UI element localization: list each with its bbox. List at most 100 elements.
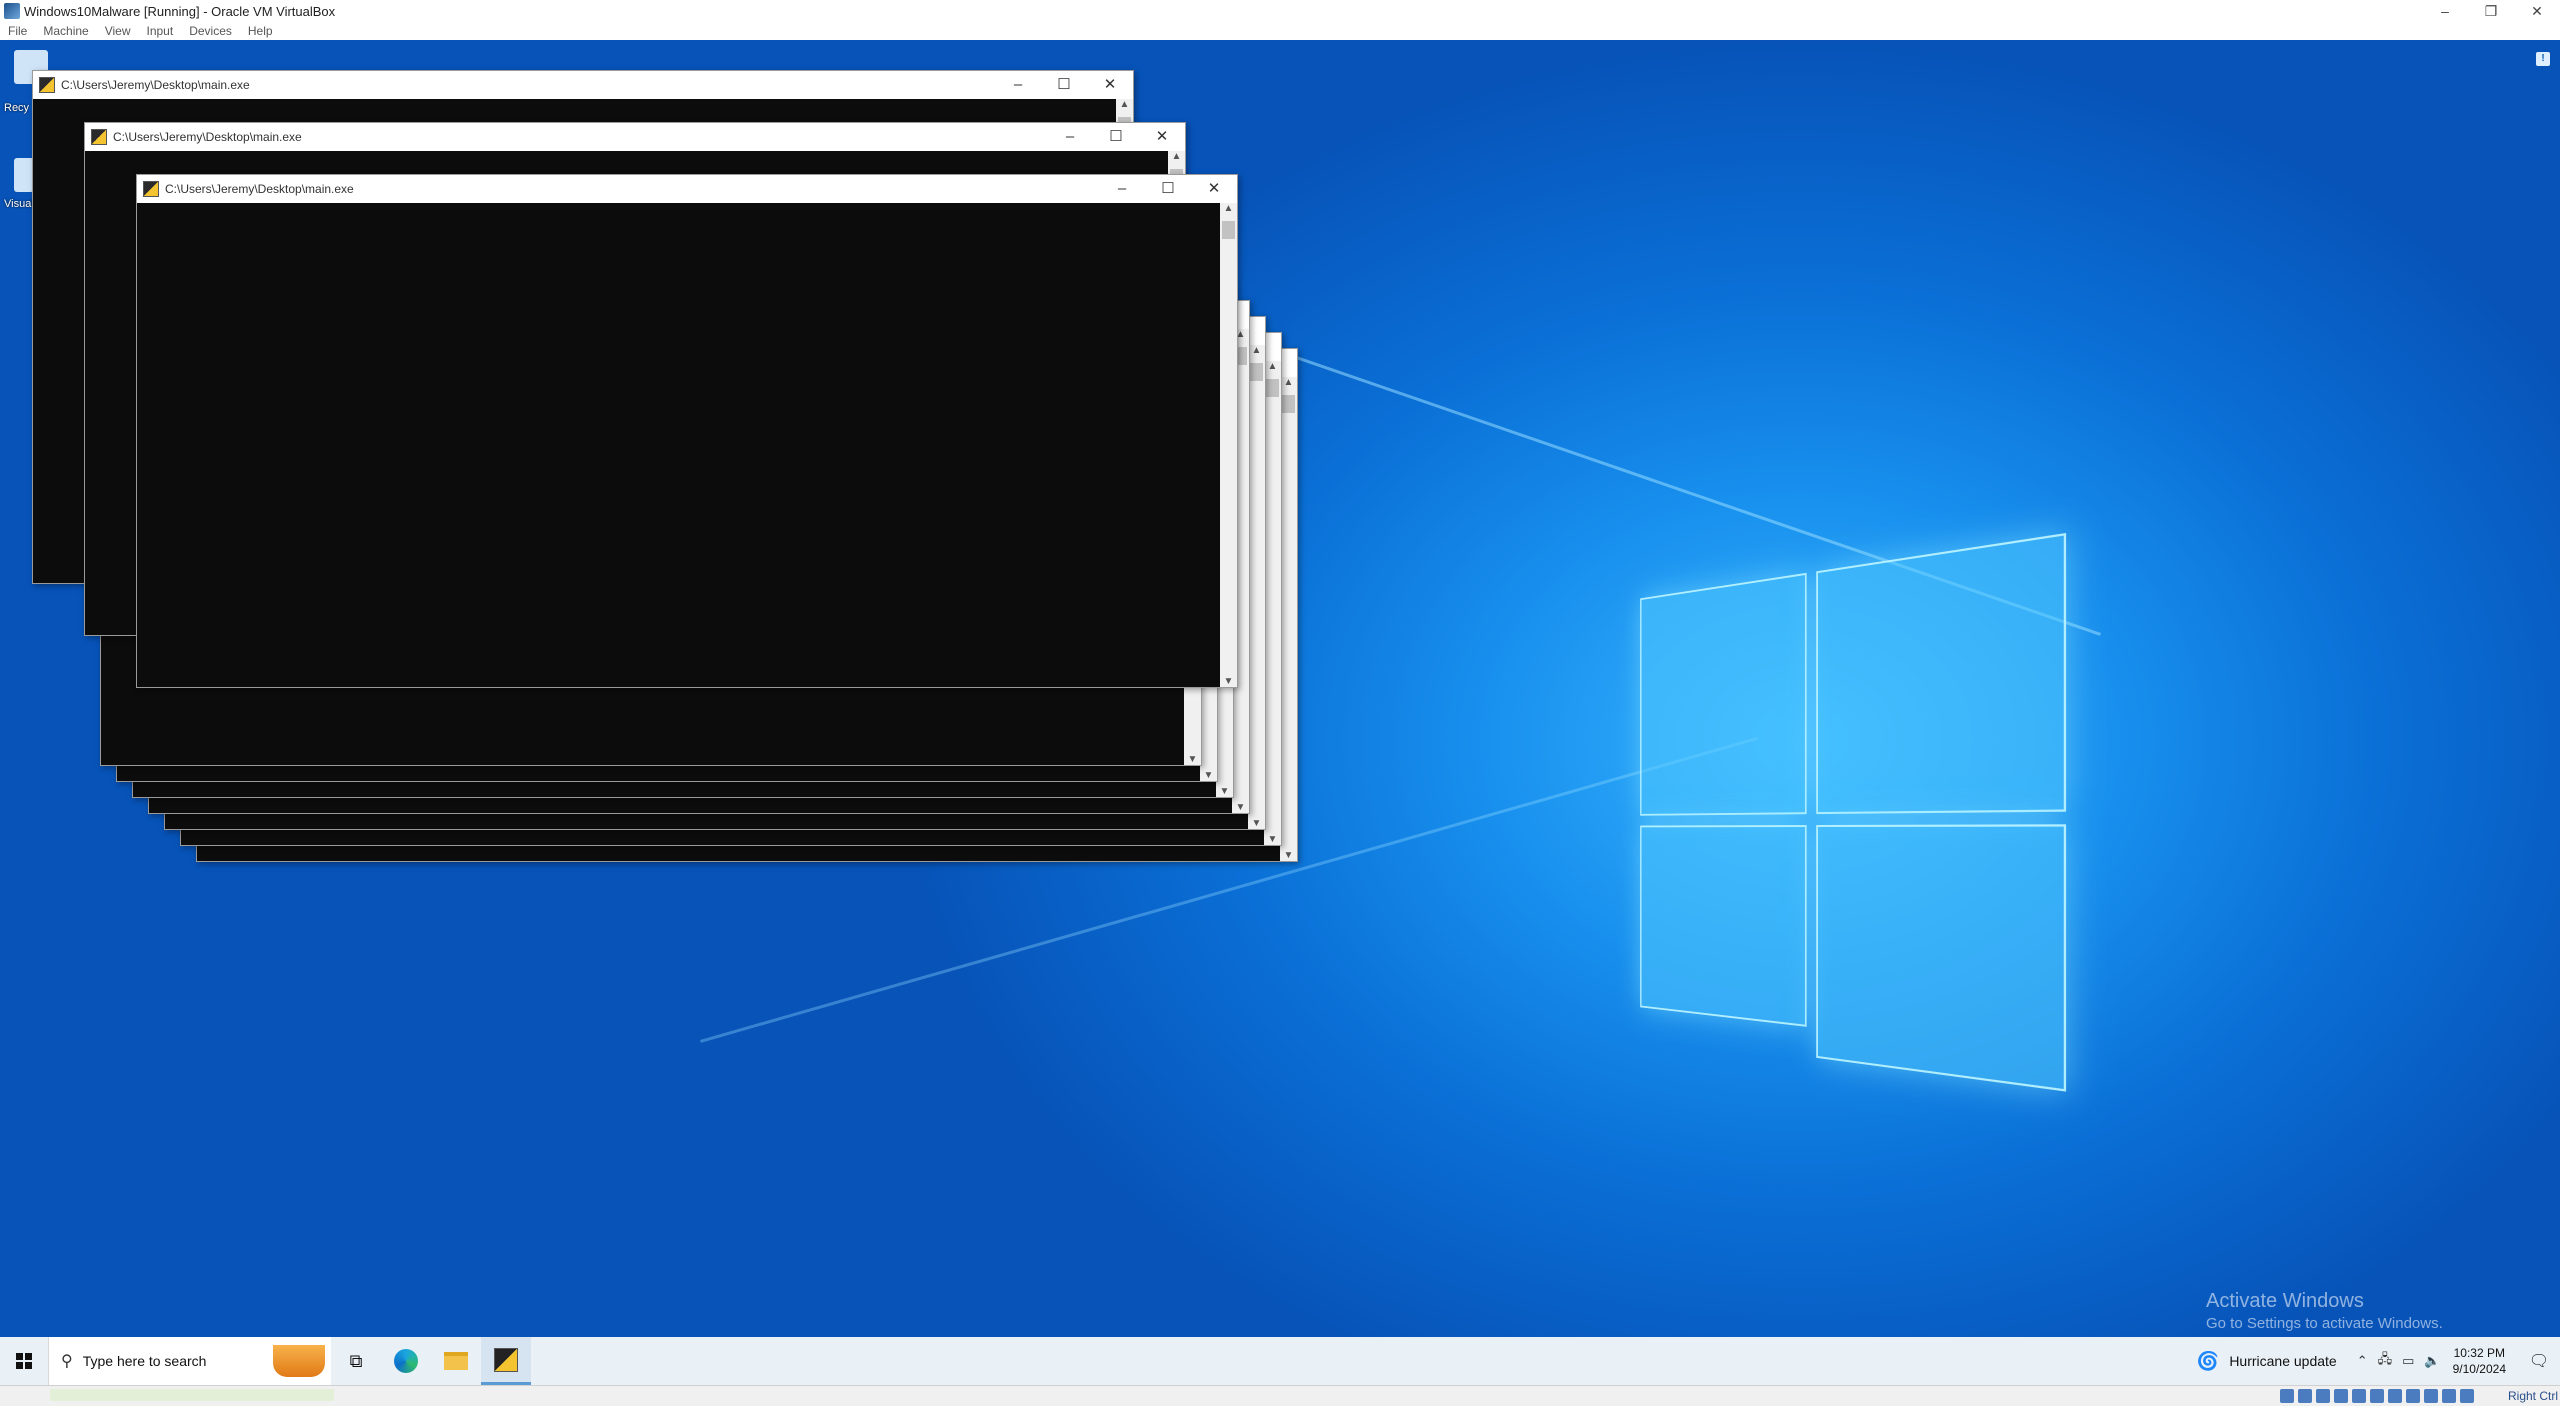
scroll-up-arrow-icon[interactable]: ▲ — [1280, 377, 1297, 388]
clock-date: 9/10/2024 — [2452, 1362, 2506, 1376]
cpu-indicator-icon[interactable] — [2424, 1389, 2438, 1403]
show-hidden-icons-chevron-icon[interactable]: ⌃ — [2357, 1353, 2368, 1369]
console-scrollbar[interactable]: ▲▼ — [1280, 377, 1297, 861]
windows-start-icon — [16, 1353, 32, 1369]
scrollbar-thumb[interactable] — [1222, 221, 1235, 239]
maximize-button[interactable]: ☐ — [1093, 123, 1139, 151]
taskbar-clock[interactable]: 10:32 PM 9/10/2024 — [2453, 1345, 2506, 1377]
maximize-button[interactable]: ☐ — [1041, 71, 1087, 99]
system-tray: ⌃ 🖧 ▭ 🔈 — [2357, 1350, 2441, 1372]
menu-view[interactable]: View — [97, 24, 139, 38]
scroll-down-arrow-icon[interactable]: ▼ — [1220, 676, 1237, 687]
scroll-up-arrow-icon[interactable]: ▲ — [1248, 345, 1265, 356]
console-window-title: C:\Users\Jeremy\Desktop\main.exe — [61, 78, 250, 92]
task-view-icon: ⧉ — [349, 1350, 363, 1371]
maximize-button[interactable]: ☐ — [1145, 175, 1191, 203]
recycle-bin-label: Recy — [4, 102, 30, 114]
task-view-button[interactable]: ⧉ — [331, 1337, 381, 1385]
host-restore-button[interactable]: ❐ — [2468, 0, 2514, 22]
menu-machine[interactable]: Machine — [35, 24, 96, 38]
console-titlebar[interactable]: C:\Users\Jeremy\Desktop\main.exe – ☐ ✕ — [137, 175, 1237, 203]
activate-windows-subtext: Go to Settings to activate Windows. — [2206, 1315, 2443, 1332]
edge-icon — [394, 1349, 418, 1373]
usb-indicator-icon[interactable] — [2352, 1389, 2366, 1403]
host-minimize-button[interactable]: – — [2422, 0, 2468, 22]
host-close-button[interactable]: ✕ — [2514, 0, 2560, 22]
scroll-up-arrow-icon[interactable]: ▲ — [1168, 151, 1185, 162]
scroll-up-arrow-icon[interactable]: ▲ — [1264, 361, 1281, 372]
vbox-status-bar: Right Ctrl — [0, 1385, 2560, 1406]
scroll-down-arrow-icon[interactable]: ▼ — [1248, 818, 1265, 829]
console-scrollbar[interactable]: ▲▼ — [1220, 203, 1237, 687]
vbox-window-title: Windows10Malware [Running] - Oracle VM V… — [24, 3, 336, 19]
host-window-controls: – ❐ ✕ — [2422, 0, 2560, 22]
volume-icon[interactable]: 🔈 — [2424, 1353, 2440, 1369]
close-button[interactable]: ✕ — [1087, 71, 1133, 99]
taskbar-overflow-strip — [50, 1389, 334, 1401]
minimize-button[interactable]: – — [1099, 175, 1145, 203]
console-scrollbar[interactable]: ▲▼ — [1248, 345, 1265, 829]
activate-windows-heading: Activate Windows — [2206, 1290, 2364, 1312]
notification-badge-icon[interactable]: ! — [2536, 52, 2550, 66]
display-indicator-icon[interactable] — [2388, 1389, 2402, 1403]
audio-indicator-icon[interactable] — [2316, 1389, 2330, 1403]
clock-time: 10:32 PM — [2453, 1346, 2505, 1360]
search-placeholder: Type here to search — [82, 1353, 207, 1369]
network-indicator-icon[interactable] — [2334, 1389, 2348, 1403]
search-icon: ⚲ — [61, 1353, 73, 1370]
mouse-integration-indicator-icon[interactable] — [2442, 1389, 2456, 1403]
scroll-up-arrow-icon[interactable]: ▲ — [1220, 203, 1237, 214]
guest-desktop: Recy Visual ! –☐✕▲▼–☐✕▲▼–☐✕▲▼–☐✕▲▼–☐✕▲▼–… — [0, 40, 2560, 1337]
scroll-down-arrow-icon[interactable]: ▼ — [1184, 754, 1201, 765]
optical-drive-indicator-icon[interactable] — [2298, 1389, 2312, 1403]
scrollbar-thumb[interactable] — [1266, 379, 1279, 397]
menu-devices[interactable]: Devices — [181, 24, 240, 38]
close-button[interactable]: ✕ — [1139, 123, 1185, 151]
minimize-button[interactable]: – — [1047, 123, 1093, 151]
visual-studio-shortcut-icon[interactable] — [14, 158, 34, 192]
scrollbar-thumb[interactable] — [1282, 395, 1295, 413]
file-explorer-taskbar-button[interactable] — [431, 1337, 481, 1385]
windows-logo-wallpaper — [1640, 532, 2067, 1127]
taskbar-search-box[interactable]: ⚲ Type here to search — [48, 1337, 331, 1385]
shared-folders-indicator-icon[interactable] — [2370, 1389, 2384, 1403]
menu-input[interactable]: Input — [139, 24, 182, 38]
action-center-button[interactable]: 🗨 — [2524, 1346, 2554, 1376]
vbox-menubar: File Machine View Input Devices Help — [0, 22, 2560, 40]
edge-taskbar-button[interactable] — [381, 1337, 431, 1385]
main-exe-taskbar-button[interactable] — [481, 1337, 531, 1385]
activate-windows-watermark: Activate Windows Go to Settings to activ… — [2206, 1290, 2443, 1332]
visual-studio-label: Visual — [4, 198, 34, 210]
news-widget[interactable]: 🌀 Hurricane update — [2197, 1351, 2337, 1372]
vbox-device-indicators — [2280, 1389, 2474, 1403]
network-icon[interactable]: 🖧 — [2378, 1350, 2393, 1372]
console-titlebar[interactable]: C:\Users\Jeremy\Desktop\main.exe – ☐ ✕ — [85, 123, 1185, 151]
close-button[interactable]: ✕ — [1191, 175, 1237, 203]
scroll-down-arrow-icon[interactable]: ▼ — [1200, 770, 1217, 781]
console-window[interactable]: C:\Users\Jeremy\Desktop\main.exe–☐✕▲▼ — [136, 174, 1238, 688]
folder-icon — [444, 1352, 468, 1370]
console-titlebar[interactable]: C:\Users\Jeremy\Desktop\main.exe – ☐ ✕ — [33, 71, 1133, 99]
menu-file[interactable]: File — [0, 24, 35, 38]
scroll-down-arrow-icon[interactable]: ▼ — [1232, 802, 1249, 813]
recording-indicator-icon[interactable] — [2406, 1389, 2420, 1403]
menu-help[interactable]: Help — [240, 24, 281, 38]
start-button[interactable] — [0, 1337, 48, 1385]
scroll-up-arrow-icon[interactable]: ▲ — [1116, 99, 1133, 110]
taskbar-right-area: 🌀 Hurricane update ⌃ 🖧 ▭ 🔈 10:32 PM 9/10… — [2197, 1337, 2560, 1385]
console-scrollbar[interactable]: ▲▼ — [1264, 361, 1281, 845]
hard-disk-indicator-icon[interactable] — [2280, 1389, 2294, 1403]
keyboard-indicator-icon[interactable] — [2460, 1389, 2474, 1403]
console-app-icon — [39, 77, 55, 93]
scroll-down-arrow-icon[interactable]: ▼ — [1280, 850, 1297, 861]
scrollbar-thumb[interactable] — [1250, 363, 1263, 381]
notification-icon: 🗨 — [2528, 1353, 2550, 1370]
console-app-icon — [91, 129, 107, 145]
scroll-down-arrow-icon[interactable]: ▼ — [1264, 834, 1281, 845]
search-highlight-icon — [273, 1345, 325, 1377]
scroll-down-arrow-icon[interactable]: ▼ — [1216, 786, 1233, 797]
minimize-button[interactable]: – — [995, 71, 1041, 99]
console-output-area[interactable] — [137, 203, 1220, 687]
display-icon[interactable]: ▭ — [2402, 1353, 2414, 1369]
console-window-title: C:\Users\Jeremy\Desktop\main.exe — [165, 182, 354, 196]
